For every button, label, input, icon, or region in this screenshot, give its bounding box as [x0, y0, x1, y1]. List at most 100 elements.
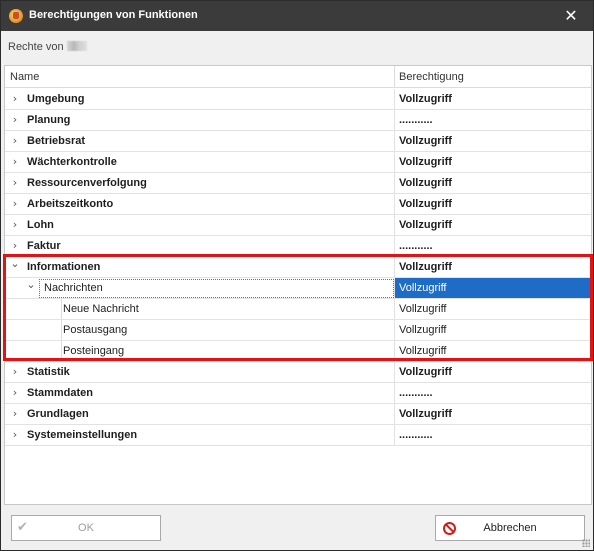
chevron-right-icon[interactable]: ›	[9, 197, 21, 211]
cell-separator	[394, 299, 395, 320]
ok-button-label: OK	[78, 522, 94, 534]
chevron-right-icon[interactable]: ›	[9, 407, 21, 421]
row-name: Umgebung	[27, 93, 85, 105]
row-name: Planung	[27, 114, 71, 126]
chevron-right-icon[interactable]: ›	[9, 134, 21, 148]
cell-separator	[394, 131, 395, 152]
cancel-button[interactable]: Abbrechen	[435, 515, 585, 541]
permission-cell[interactable]: Vollzugriff	[399, 135, 452, 147]
row-name: Informationen	[27, 261, 101, 273]
tree-row[interactable]: › Grundlagen Vollzugriff	[5, 404, 591, 425]
rights-of-label: Rechte von	[8, 41, 87, 53]
cell-separator	[394, 215, 395, 236]
row-name: Nachrichten	[44, 282, 103, 294]
window-title: Berechtigungen von Funktionen	[29, 9, 198, 21]
row-name: Systemeinstellungen	[27, 429, 138, 441]
rights-of-text: Rechte von	[8, 41, 64, 53]
resize-grip[interactable]	[582, 539, 590, 547]
permission-cell[interactable]: Vollzugriff	[399, 324, 447, 336]
row-name: Arbeitszeitkonto	[27, 198, 114, 210]
row-name: Ressourcenverfolgung	[27, 177, 147, 189]
row-name: Grundlagen	[27, 408, 89, 420]
row-name: Neue Nachricht	[63, 303, 139, 315]
column-header-name[interactable]: Name	[10, 71, 39, 83]
tree-row[interactable]: › Stammdaten...........	[5, 383, 591, 404]
chevron-right-icon[interactable]: ›	[9, 176, 21, 190]
tree-row[interactable]: Postausgang Vollzugriff	[5, 320, 591, 341]
tree-row[interactable]: ⌄ Informationen Vollzugriff	[5, 257, 591, 278]
chevron-right-icon[interactable]: ›	[9, 113, 21, 127]
tree-row[interactable]: ⌄ Nachrichten Vollzugriff	[5, 278, 591, 299]
permission-cell[interactable]: Vollzugriff	[399, 198, 452, 210]
tree-row[interactable]: › Lohn Vollzugriff	[5, 215, 591, 236]
permission-cell[interactable]: Vollzugriff	[399, 219, 452, 231]
permission-cell[interactable]: ...........	[399, 429, 433, 441]
permission-cell[interactable]: Vollzugriff	[399, 177, 452, 189]
cell-separator	[394, 320, 395, 341]
cell-separator	[394, 362, 395, 383]
chevron-right-icon[interactable]: ›	[9, 365, 21, 379]
tree-row[interactable]: › Statistik Vollzugriff	[5, 362, 591, 383]
chevron-right-icon[interactable]: ›	[9, 92, 21, 106]
chevron-right-icon[interactable]: ›	[9, 239, 21, 253]
row-name: Postausgang	[63, 324, 128, 336]
permission-cell[interactable]: Vollzugriff	[399, 303, 447, 315]
row-name: Faktur	[27, 240, 61, 252]
row-name: Statistik	[27, 366, 70, 378]
tree-row[interactable]: › Wächterkontrolle Vollzugriff	[5, 152, 591, 173]
permission-cell[interactable]: Vollzugriff	[399, 156, 452, 168]
permission-cell[interactable]: Vollzugriff	[399, 345, 447, 357]
chevron-right-icon[interactable]: ›	[9, 218, 21, 232]
row-name: Lohn	[27, 219, 54, 231]
chevron-down-icon[interactable]: ⌄	[25, 278, 37, 292]
blurred-user-name	[66, 41, 87, 51]
row-name: Stammdaten	[27, 387, 94, 399]
cell-separator	[394, 404, 395, 425]
permission-cell[interactable]: ...........	[399, 114, 433, 126]
tree-row[interactable]: Posteingang Vollzugriff	[5, 341, 591, 362]
permission-cell[interactable]: ...........	[399, 387, 433, 399]
permission-cell[interactable]: Vollzugriff	[399, 93, 452, 105]
column-header-permission[interactable]: Berechtigung	[399, 71, 464, 83]
cell-separator	[394, 173, 395, 194]
column-header-row: Name Berechtigung	[5, 66, 591, 88]
tree-row[interactable]: Neue Nachricht Vollzugriff	[5, 299, 591, 320]
permission-cell[interactable]: Vollzugriff	[399, 282, 447, 294]
title-bar[interactable]: Berechtigungen von Funktionen ✕	[1, 1, 593, 31]
indent-guide	[61, 341, 62, 362]
checkmark-icon: ✔	[17, 520, 28, 535]
row-name: Posteingang	[63, 345, 125, 357]
chevron-right-icon[interactable]: ›	[9, 155, 21, 169]
cell-separator	[394, 257, 395, 278]
dialog-window: Berechtigungen von Funktionen ✕ Rechte v…	[0, 0, 594, 551]
tree-row[interactable]: › Planung...........	[5, 110, 591, 131]
close-button[interactable]: ✕	[549, 1, 593, 31]
permission-cell[interactable]: Vollzugriff	[399, 408, 452, 420]
tree-row[interactable]: › Ressourcenverfolgung Vollzugriff	[5, 173, 591, 194]
tree-row[interactable]: › Arbeitszeitkonto Vollzugriff	[5, 194, 591, 215]
cell-separator	[394, 89, 395, 110]
permission-cell[interactable]: Vollzugriff	[399, 261, 452, 273]
permission-cell[interactable]: ...........	[399, 240, 433, 252]
tree-row[interactable]: › Umgebung Vollzugriff	[5, 89, 591, 110]
permission-cell[interactable]: Vollzugriff	[399, 366, 452, 378]
app-icon	[9, 9, 23, 23]
indent-guide	[61, 299, 62, 320]
ok-button[interactable]: ✔ OK	[11, 515, 161, 541]
cell-separator	[394, 383, 395, 404]
chevron-down-icon[interactable]: ⌄	[9, 257, 21, 271]
indent-guide	[61, 320, 62, 341]
cell-separator	[394, 194, 395, 215]
row-name: Betriebsrat	[27, 135, 86, 147]
tree-rows: › Umgebung Vollzugriff › Planung........... ›…	[5, 89, 591, 446]
row-name: Wächterkontrolle	[27, 156, 117, 168]
permissions-tree-grid[interactable]: Name Berechtigung › Umgebung Vollzugriff › P…	[4, 65, 592, 505]
cancel-icon	[443, 522, 456, 535]
chevron-right-icon[interactable]: ›	[9, 386, 21, 400]
tree-row[interactable]: › Faktur...........	[5, 236, 591, 257]
cell-separator	[394, 110, 395, 131]
chevron-right-icon[interactable]: ›	[9, 428, 21, 442]
tree-row[interactable]: › Systemeinstellungen...........	[5, 425, 591, 446]
cell-separator	[394, 236, 395, 257]
tree-row[interactable]: › Betriebsrat Vollzugriff	[5, 131, 591, 152]
